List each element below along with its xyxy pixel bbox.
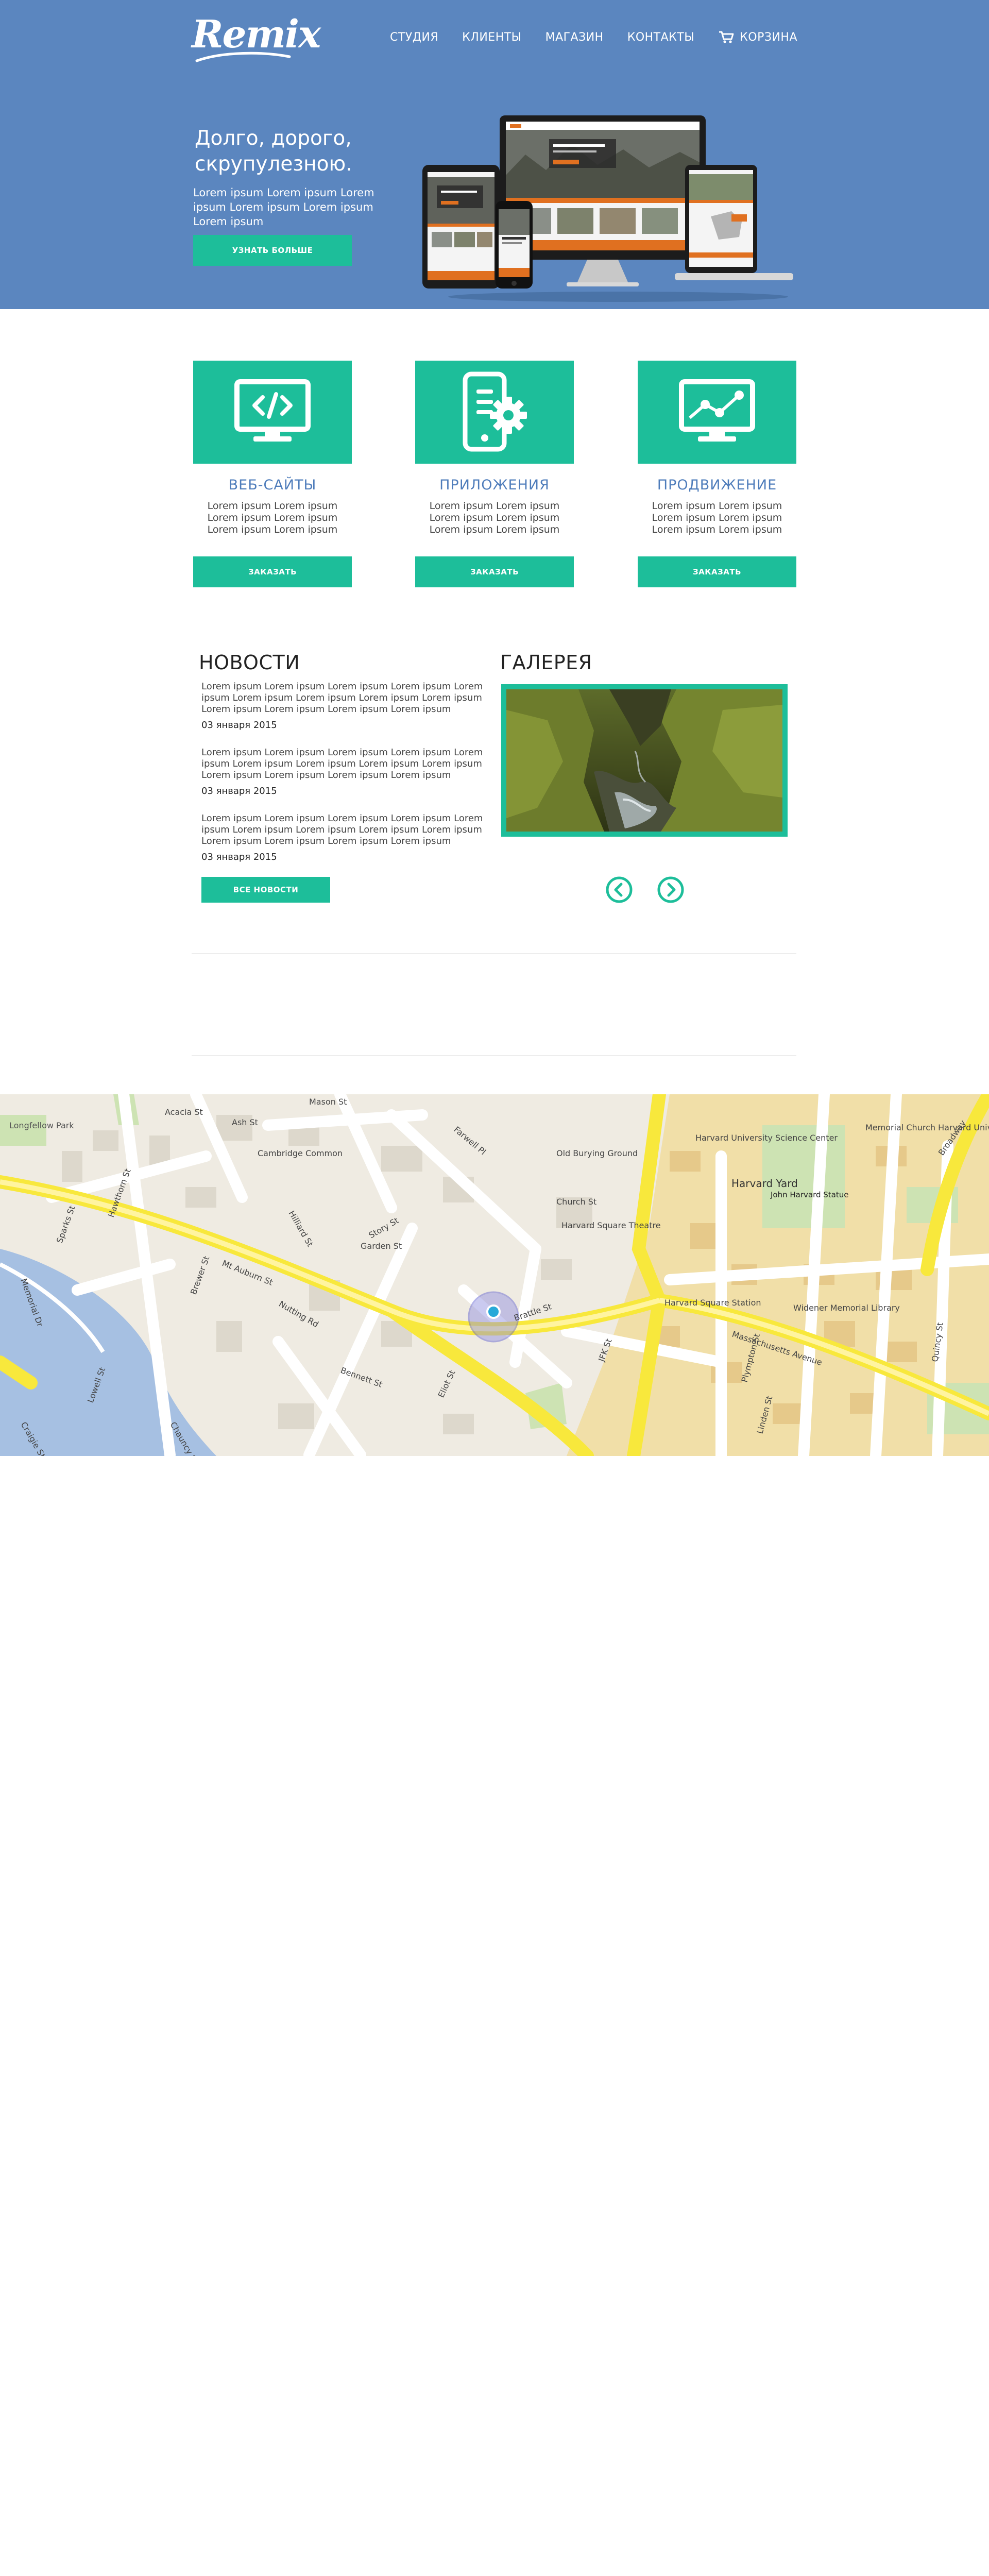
- news-item[interactable]: Lorem ipsum Lorem ipsum Lorem ipsum Lore…: [201, 681, 490, 731]
- location-map[interactable]: Longfellow Park Mt Auburn St Memorial Dr…: [0, 1094, 989, 1456]
- main-nav: СТУДИЯ КЛИЕНТЫ МАГАЗИН КОНТАКТЫ КОРЗИНА: [366, 30, 797, 44]
- code-monitor-icon: [234, 379, 311, 442]
- hero-title: Долго, дорого, скрупулезною.: [195, 127, 352, 176]
- hero-text: Lorem ipsum Lorem ipsum Lorem ipsum Lore…: [193, 187, 374, 228]
- map-label: Harvard University Science Center: [695, 1133, 838, 1143]
- order-apps-button[interactable]: ЗАКАЗАТЬ: [415, 556, 574, 587]
- nav-clients-label: КЛИЕНТЫ: [462, 30, 522, 44]
- news-item[interactable]: Lorem ipsum Lorem ipsum Lorem ipsum Lore…: [201, 813, 490, 862]
- map-label: Acacia St: [165, 1107, 203, 1117]
- service-promotion-icon-box: [638, 361, 796, 464]
- service-apps-title: ПРИЛОЖЕНИЯ: [439, 477, 550, 493]
- learn-more-button[interactable]: УЗНАТЬ БОЛЬШЕ: [193, 235, 352, 266]
- nav-contacts[interactable]: КОНТАКТЫ: [627, 30, 694, 44]
- news-item-date: 03 января 2015: [201, 786, 277, 796]
- nav-shop[interactable]: МАГАЗИН: [545, 30, 604, 44]
- order-websites-button[interactable]: ЗАКАЗАТЬ: [193, 556, 352, 587]
- map-label: Cambridge Common: [258, 1148, 343, 1158]
- gallery-next-icon[interactable]: [657, 876, 685, 904]
- service-apps: ПРИЛОЖЕНИЯ Lorem ipsum Lorem ipsum Lorem…: [415, 361, 574, 587]
- nav-shop-label: МАГАЗИН: [545, 30, 604, 44]
- map-image: Longfellow Park Mt Auburn St Memorial Dr…: [0, 1094, 989, 1456]
- nav-cart-label: КОРЗИНА: [740, 30, 797, 44]
- map-label: Longfellow Park: [9, 1121, 74, 1130]
- map-label: Ash St: [232, 1117, 258, 1127]
- gallery-frame: [501, 684, 788, 837]
- service-websites-icon-box: [193, 361, 352, 464]
- map-label: Garden St: [361, 1241, 402, 1251]
- page: { "header": { "logo_text": "Remix", "nav…: [0, 0, 989, 2576]
- logo-swoosh-icon: [195, 52, 291, 62]
- news-item-text: Lorem ipsum Lorem ipsum Lorem ipsum Lore…: [201, 681, 483, 715]
- gallery-title: ГАЛЕРЕЯ: [500, 651, 592, 674]
- service-promotion-title: ПРОДВИЖЕНИЕ: [657, 477, 777, 493]
- nav-cart[interactable]: КОРЗИНА: [718, 30, 797, 44]
- service-apps-text: Lorem ipsum Lorem ipsum Lorem ipsum Lore…: [429, 500, 560, 535]
- section-divider: [192, 953, 796, 954]
- nav-contacts-label: КОНТАКТЫ: [627, 30, 695, 44]
- news-item-text: Lorem ipsum Lorem ipsum Lorem ipsum Lore…: [201, 813, 483, 846]
- section-divider: [192, 1055, 796, 1056]
- nav-clients[interactable]: КЛИЕНТЫ: [462, 30, 521, 44]
- phone-gear-icon: [463, 371, 527, 452]
- news-item-text: Lorem ipsum Lorem ipsum Lorem ipsum Lore…: [201, 747, 483, 781]
- news-item-date: 03 января 2015: [201, 852, 277, 862]
- news-item-date: 03 января 2015: [201, 720, 277, 731]
- service-promotion: ПРОДВИЖЕНИЕ Lorem ipsum Lorem ipsum Lore…: [638, 361, 796, 587]
- service-websites-title: ВЕБ-САЙТЫ: [228, 477, 317, 493]
- news-item[interactable]: Lorem ipsum Lorem ipsum Lorem ipsum Lore…: [201, 747, 490, 796]
- map-label: Memorial Church Harvard University: [865, 1123, 989, 1132]
- news-title: НОВОСТИ: [199, 651, 300, 674]
- all-news-button[interactable]: ВСЕ НОВОСТИ: [201, 877, 330, 903]
- map-label: Widener Memorial Library: [793, 1303, 900, 1313]
- map-label: John Harvard Statue: [770, 1190, 849, 1199]
- map-label: Harvard Square Theatre: [561, 1221, 661, 1230]
- service-websites-text: Lorem ipsum Lorem ipsum Lorem ipsum Lore…: [207, 500, 338, 535]
- service-promotion-text: Lorem ipsum Lorem ipsum Lorem ipsum Lore…: [652, 500, 782, 535]
- nav-studio[interactable]: СТУДИЯ: [390, 30, 438, 44]
- order-promotion-button[interactable]: ЗАКАЗАТЬ: [638, 556, 796, 587]
- map-label: Harvard Square Station: [664, 1298, 761, 1308]
- nav-studio-label: СТУДИЯ: [390, 30, 439, 44]
- hero-section: Remix СТУДИЯ КЛИЕНТЫ МАГАЗИН КОНТАКТЫ КО…: [0, 0, 989, 309]
- analytics-monitor-icon: [679, 379, 755, 442]
- gallery-prev-icon[interactable]: [605, 876, 633, 904]
- service-apps-icon-box: [415, 361, 574, 464]
- devices-mockup-image: [422, 115, 793, 302]
- map-label: Church St: [556, 1197, 596, 1207]
- map-label: Old Burying Ground: [556, 1148, 638, 1158]
- map-label: Harvard Yard: [731, 1177, 798, 1190]
- service-websites: ВЕБ-САЙТЫ Lorem ipsum Lorem ipsum Lorem …: [193, 361, 352, 587]
- map-label: Mason St: [309, 1097, 347, 1107]
- cart-icon: [719, 31, 734, 43]
- gallery-image[interactable]: [506, 689, 782, 832]
